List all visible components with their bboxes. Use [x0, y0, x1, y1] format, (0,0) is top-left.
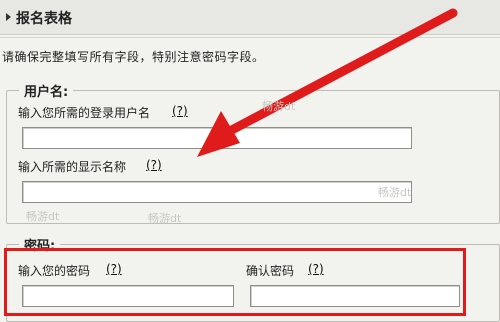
- arrow-shaft: [223, 8, 458, 137]
- red-arrow-annotation: [197, 8, 458, 157]
- watermark-text: 畅游dt: [378, 186, 412, 199]
- arrow-head: [197, 111, 240, 157]
- watermark-text: 畅游dt: [262, 100, 296, 113]
- watermark-text: 畅游dt: [26, 210, 60, 223]
- watermark-text: 畅游dt: [148, 212, 182, 225]
